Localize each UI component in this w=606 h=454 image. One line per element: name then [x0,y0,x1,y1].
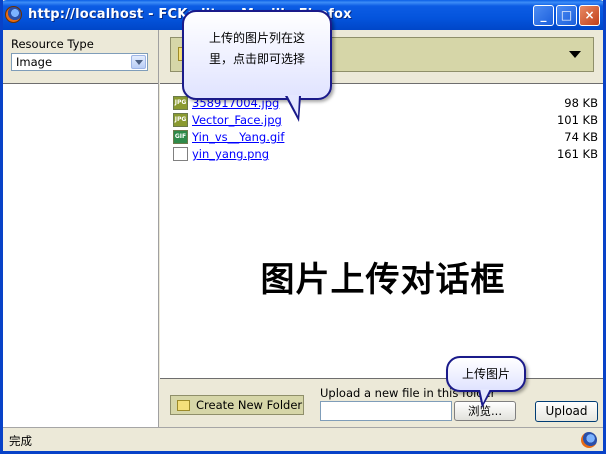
minimize-button[interactable]: _ [533,5,554,26]
dropdown-arrow-icon[interactable] [569,51,581,58]
upload-callout: 上传图片 [446,356,526,392]
upload-button[interactable]: Upload [535,401,598,422]
maximize-button[interactable]: □ [556,5,577,26]
create-new-folder-label: Create New Folder [196,398,303,412]
jpg-file-icon: JPG [173,96,188,110]
file-link[interactable]: Yin_vs__Yang.gif [192,130,284,144]
png-file-icon [173,147,188,161]
upload-bar: Create New Folder Upload a new file in t… [160,378,603,427]
resource-type-value: Image [16,55,53,69]
create-new-folder-button[interactable]: Create New Folder [170,395,304,415]
chevron-down-icon[interactable] [131,55,146,69]
status-bar: 完成 [3,427,603,451]
folder-icon [177,400,190,411]
resource-type-header: Resource Type Image [3,30,158,84]
file-link[interactable]: Vector_Face.jpg [192,113,282,127]
callout-tail-fill [287,95,299,116]
list-item[interactable]: JPG Vector_Face.jpg 101 KB [173,112,598,129]
resource-type-label: Resource Type [11,37,94,51]
file-size: 74 KB [564,130,598,144]
list-item[interactable]: yin_yang.png 161 KB [173,146,598,163]
firefox-icon [5,6,22,23]
upload-file-input[interactable] [320,401,452,421]
jpg-file-icon: JPG [173,113,188,127]
file-link[interactable]: yin_yang.png [192,147,269,161]
file-size: 161 KB [556,147,598,161]
firefox-status-icon [581,432,597,448]
gif-file-icon: GIF [173,130,188,144]
dialog-caption: 图片上传对话框 [260,260,506,300]
file-size: 98 KB [564,96,598,110]
list-item[interactable]: GIF Yin_vs__Yang.gif 74 KB [173,129,598,146]
left-panel: Resource Type Image [3,30,159,427]
file-size: 101 KB [556,113,598,127]
resource-type-select[interactable]: Image [11,53,148,71]
callout-tail-fill [480,389,490,403]
file-list-callout: 上传的图片列在这里，点击即可选择 [182,10,332,100]
status-text: 完成 [9,434,32,448]
close-button[interactable]: × [579,5,600,26]
